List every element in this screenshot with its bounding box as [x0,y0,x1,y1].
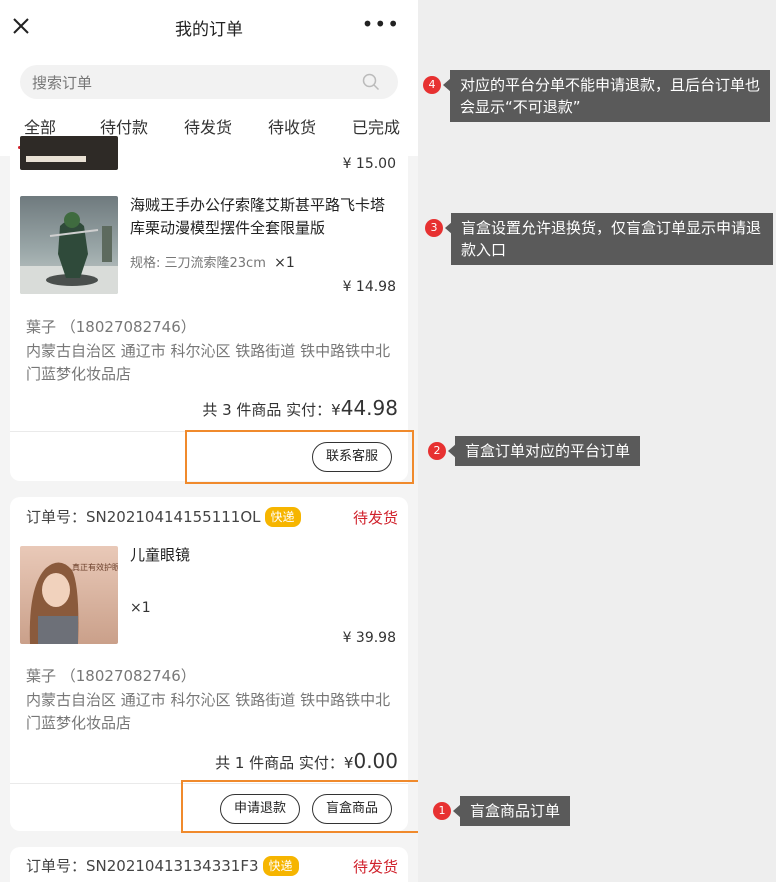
search-input[interactable]: 搜索订单 [20,65,398,99]
product-image-previous [20,136,118,170]
product-title[interactable]: 海贼王手办公仔索隆艾斯甚平路飞卡塔库栗动漫模型摆件全套限量版 [130,194,392,240]
nav-bar: 我的订单 ••• [0,0,418,54]
highlight-box-blindbox-order [181,780,418,833]
product-image-figure[interactable] [20,196,118,294]
consignee: 葉子 （18027082746） [26,318,196,336]
product-spec: 规格: 三刀流索隆23cm ×1 [130,255,295,271]
product-price: ¥ 14.98 [342,279,396,295]
image-text: 真正有效护眼 [72,563,118,572]
annotation-text: 盲盒订单对应的平台订单 [455,436,641,466]
order-total: 共 1 件商品 实付：¥0.00 [215,749,398,773]
previous-item-price: ¥ 15.00 [342,156,396,172]
annotation-text: 盲盒设置允许退换货，仅盲盒订单显示申请退款入口 [451,213,773,265]
search-placeholder: 搜索订单 [32,74,93,92]
tab-pending-payment[interactable]: 待付款 [100,114,148,138]
annotation-text: 盲盒商品订单 [460,796,571,826]
more-icon[interactable]: ••• [362,14,400,34]
tab-completed[interactable]: 已完成 [352,114,400,138]
order-card-next[interactable]: 订单号：SN20210413134331F3 快递 待发货 [10,847,408,882]
order-status: 待发货 [352,509,398,527]
tab-all[interactable]: 全部 [24,114,56,138]
product-price: ¥ 39.98 [342,630,396,646]
product-image-glasses[interactable]: 真正有效护眼 [20,546,118,644]
product-qty: ×1 [130,600,151,616]
tab-pending-receipt[interactable]: 待收货 [268,114,316,138]
shipping-address: 内蒙古自治区 通辽市 科尔沁区 铁路街道 铁中路铁中北门蓝梦化妆品店 [26,691,391,732]
search-icon[interactable] [362,73,380,91]
order-number: 订单号：SN20210414155111OL 快递 [26,506,301,527]
phone-screen: 我的订单 ••• 搜索订单 全部 待付款 待发货 待收货 已完成 ¥ 15.00 [0,0,418,882]
highlight-box-platform-order [185,430,414,484]
search-bar: 搜索订单 [0,54,418,104]
tab-pending-shipment[interactable]: 待发货 [184,114,232,138]
product-title[interactable]: 儿童眼镜 [130,544,190,567]
annotation-text: 对应的平台分单不能申请退款，且后台订单也会显示“不可退款” [450,70,770,122]
total-amount: 44.98 [340,396,398,420]
page-title: 我的订单 [175,20,243,40]
total-amount: 0.00 [353,749,398,773]
order-total: 共 3 件商品 实付：¥44.98 [202,396,398,420]
express-badge: 快递 [262,856,299,876]
order-status: 待发货 [352,858,398,876]
note-num-2: 2 [428,442,446,460]
express-badge: 快递 [264,507,301,527]
order-number: 订单号：SN20210413134331F3 快递 [26,855,299,876]
shipping-address: 内蒙古自治区 通辽市 科尔沁区 铁路街道 铁中路铁中北门蓝梦化妆品店 [26,342,391,383]
consignee: 葉子 （18027082746） [26,667,196,685]
